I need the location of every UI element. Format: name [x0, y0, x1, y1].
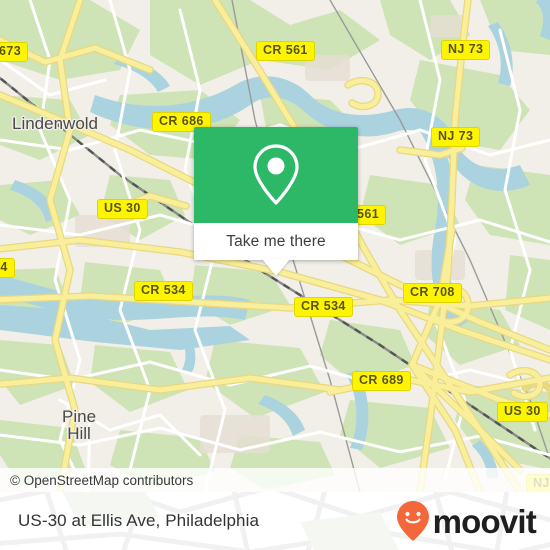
road-shield-cr-534-east[interactable]: CR 534 — [294, 297, 353, 317]
road-shield-label: 34 — [0, 260, 8, 274]
moovit-brand: moovit — [395, 500, 537, 542]
road-shield-label: CR 534 — [141, 283, 186, 297]
road-shield-us-30-west[interactable]: US 30 — [97, 199, 148, 219]
location-callout-card[interactable]: Take me there — [194, 127, 358, 276]
map-canvas[interactable]: Lindenwold Pine Hill 673 CR 561 NJ 73 CR… — [0, 0, 550, 492]
screen: Lindenwold Pine Hill 673 CR 561 NJ 73 CR… — [0, 0, 550, 550]
map-pin-icon — [253, 144, 299, 205]
road-shield-673[interactable]: 673 — [0, 42, 29, 62]
road-shield-label: CR 689 — [359, 373, 404, 387]
road-shield-label: 561 — [357, 207, 380, 221]
road-shield-label: CR 561 — [263, 43, 308, 57]
place-label-text-line2: Hill — [67, 424, 91, 443]
road-shield-nj-73-south[interactable]: NJ 73 — [431, 127, 481, 147]
callout-icon-area — [194, 127, 358, 223]
road-shield-label: CR 686 — [159, 114, 204, 128]
road-shield-cr-708[interactable]: CR 708 — [403, 283, 462, 303]
road-shield-34[interactable]: 34 — [0, 258, 15, 278]
road-shield-cr-561[interactable]: CR 561 — [256, 41, 315, 61]
bottom-bar: US-30 at Ellis Ave, Philadelphia moovit — [0, 492, 550, 550]
road-shield-cr-689[interactable]: CR 689 — [352, 371, 411, 391]
road-shield-label: CR 534 — [301, 299, 346, 313]
take-me-there-button[interactable]: Take me there — [194, 223, 358, 260]
place-label-lindenwold: Lindenwold — [12, 114, 98, 134]
road-shield-us-30-east[interactable]: US 30 — [497, 402, 548, 422]
moovit-pin-smiley-icon — [396, 501, 429, 541]
road-shield-label: 673 — [0, 44, 22, 58]
road-shield-label: US 30 — [104, 201, 141, 215]
road-shield-label: US 30 — [504, 404, 541, 418]
map-attribution[interactable]: © OpenStreetMap contributors — [0, 468, 550, 492]
road-shield-label: NJ 73 — [448, 42, 484, 56]
take-me-there-label: Take me there — [226, 232, 326, 250]
road-shield-nj-73-north[interactable]: NJ 73 — [441, 40, 491, 60]
road-shield-label: CR 708 — [410, 285, 455, 299]
place-label-pine-hill: Pine Hill — [62, 408, 96, 442]
location-title: US-30 at Ellis Ave, Philadelphia — [18, 511, 260, 530]
road-shield-cr-534-west[interactable]: CR 534 — [134, 281, 193, 301]
moovit-wordmark: moovit — [432, 502, 537, 540]
callout-pointer — [262, 259, 290, 276]
place-label-text: Lindenwold — [12, 114, 99, 133]
place-label-text-line1: Pine — [62, 407, 97, 426]
road-shield-label: NJ 73 — [438, 129, 474, 143]
map-attribution-text: © OpenStreetMap contributors — [10, 472, 194, 488]
